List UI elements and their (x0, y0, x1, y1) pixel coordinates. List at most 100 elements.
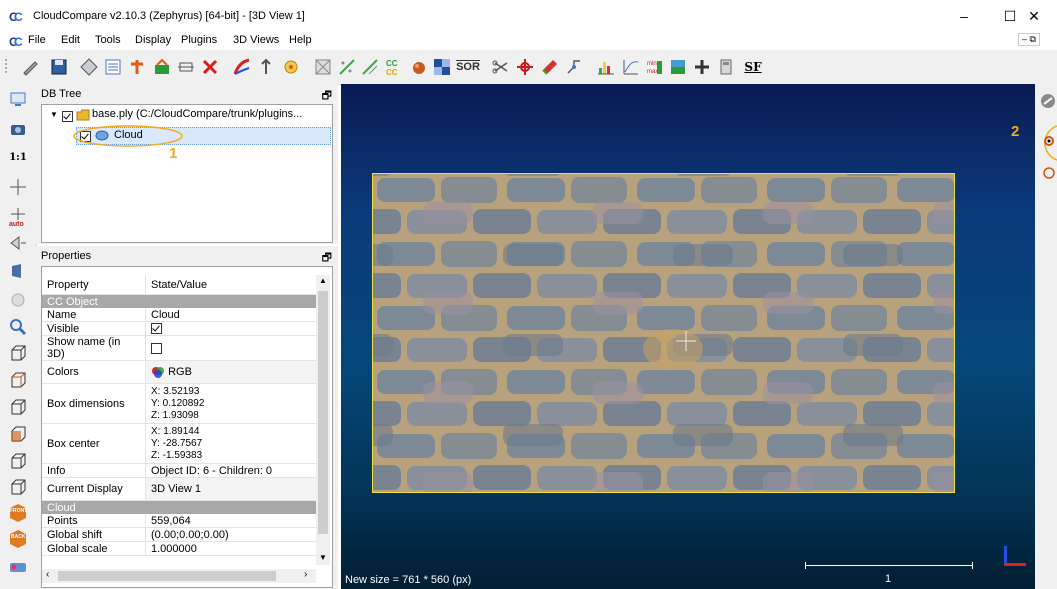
3d-view[interactable]: New size = 761 * 560 (px) 1 2 (341, 84, 1035, 589)
property-key: Global shift (42, 527, 146, 542)
clone-icon[interactable] (127, 56, 147, 78)
normals-icon[interactable] (256, 56, 276, 78)
svg-text:C: C (14, 10, 23, 22)
h-scrollbar-thumb[interactable] (58, 571, 276, 581)
menu-3d-views[interactable]: 3D Views (233, 34, 279, 46)
title-bar: CC CloudCompare v2.10.3 (Zephyrus) [64-b… (0, 0, 1057, 32)
scroll-right-icon[interactable]: › (304, 569, 307, 580)
curve-fit-icon[interactable] (621, 56, 641, 78)
toolbar-grip (4, 56, 10, 78)
box-dim-z: Z: 1.93098 (151, 409, 199, 421)
view-front-icon[interactable] (8, 369, 28, 391)
property-key: Box center (42, 423, 146, 464)
expand-arrow-icon[interactable]: ▼ (50, 110, 58, 119)
show-name-checkbox[interactable] (151, 342, 162, 354)
add-icon[interactable] (692, 56, 712, 78)
scroll-up-icon[interactable]: ▲ (319, 276, 327, 285)
colors-dropdown[interactable]: RGB (145, 360, 318, 384)
minimize-button[interactable]: – (941, 2, 987, 30)
scrollbar-thumb[interactable] (318, 291, 328, 534)
table-row: Global scale 1.000000 (42, 541, 318, 556)
mdi-window-controls[interactable]: – ⧉ (1018, 33, 1040, 46)
delete-icon[interactable] (200, 56, 220, 78)
annotation-2: 2 (1011, 123, 1020, 140)
rotate-icon[interactable] (8, 232, 28, 254)
align-icon[interactable] (176, 56, 196, 78)
table-row: Points 559,064 (42, 514, 318, 528)
front-view-cube-button[interactable]: FRONT (8, 502, 28, 524)
merge-icon[interactable] (152, 56, 172, 78)
db-tree-view[interactable]: ▼ base.ply (C:/CloudCompare/trunk/plugin… (41, 104, 333, 243)
filter-icon[interactable] (409, 56, 429, 78)
zoom-icon[interactable] (8, 316, 28, 338)
properties-list-icon[interactable] (103, 56, 123, 78)
save-icon[interactable] (49, 56, 69, 78)
cloudcompare-app-icon: CC (9, 10, 23, 22)
sample-points-icon[interactable] (337, 56, 357, 78)
pivot-icon[interactable] (8, 176, 28, 198)
octree-icon[interactable] (281, 56, 301, 78)
sf-gradient-icon[interactable] (668, 56, 688, 78)
mesh-icon[interactable] (313, 56, 333, 78)
menu-help[interactable]: Help (289, 34, 312, 46)
view-left-icon[interactable] (8, 423, 28, 445)
zoom-1-1-button[interactable]: 1:1 (8, 146, 28, 168)
view-right-icon[interactable] (8, 450, 28, 472)
scroll-down-icon[interactable]: ▼ (319, 553, 327, 562)
window-title: CloudCompare v2.10.3 (Zephyrus) [64-bit]… (33, 10, 305, 22)
root-visibility-checkbox[interactable] (62, 110, 73, 122)
close-button[interactable]: ✕ (1011, 2, 1057, 30)
sf-button[interactable]: SF (741, 56, 765, 78)
color-ramp-icon[interactable] (232, 56, 252, 78)
connected-components-icon[interactable]: CC CC (385, 56, 405, 78)
fit-plane-icon[interactable] (360, 56, 380, 78)
annotation-1: 1 (169, 145, 178, 162)
sor-filter-button[interactable]: SOR (456, 56, 480, 78)
menu-tools[interactable]: Tools (95, 34, 121, 46)
table-row: Visible (42, 321, 318, 336)
back-view-cube-button[interactable]: BACK (8, 528, 28, 550)
plugin-tool-icon[interactable] (1040, 132, 1057, 153)
perspective-icon[interactable] (8, 260, 28, 282)
view-back-icon[interactable] (8, 396, 28, 418)
stereo-glasses-icon[interactable] (8, 556, 28, 578)
menu-file[interactable]: File (28, 34, 46, 46)
tree-root-label[interactable]: base.ply (C:/CloudCompare/trunk/plugins.… (92, 108, 302, 120)
scale-bar-tick-left (805, 562, 806, 569)
svg-text:C: C (14, 35, 23, 47)
auto-pivot-button[interactable]: auto (8, 206, 28, 228)
camera-icon[interactable] (8, 118, 28, 140)
calculator-icon[interactable] (716, 56, 736, 78)
menu-display[interactable]: Display (135, 34, 171, 46)
scroll-left-icon[interactable]: ‹ (46, 569, 49, 580)
reset-view-icon[interactable] (1039, 92, 1057, 113)
menu-plugins[interactable]: Plugins (181, 34, 217, 46)
scissors-icon[interactable] (491, 56, 511, 78)
current-display-dropdown[interactable]: 3D View 1 (145, 477, 318, 501)
transform-icon[interactable] (79, 56, 99, 78)
property-key: Colors (42, 360, 146, 384)
visible-checkbox[interactable] (151, 323, 162, 335)
open-file-icon[interactable] (20, 56, 40, 78)
plugin-secondary-icon[interactable] (1040, 164, 1057, 185)
name-value[interactable]: Cloud (145, 308, 318, 322)
horizontal-scrollbar[interactable]: ‹ › (42, 569, 316, 583)
table-row: Name Cloud (42, 308, 318, 322)
label-icon[interactable] (564, 56, 584, 78)
display-settings-icon[interactable] (8, 88, 28, 110)
point-picking-icon[interactable] (515, 56, 535, 78)
back-label: BACK (11, 534, 26, 540)
view-toolbar: 1:1 auto FRONT BACK (0, 84, 37, 589)
property-key: Global scale (42, 541, 146, 556)
view-iso1-icon[interactable] (8, 342, 28, 364)
light-icon[interactable] (8, 289, 28, 311)
vertical-scrollbar[interactable]: ▲ ▼ (316, 275, 330, 565)
menu-edit[interactable]: Edit (61, 34, 80, 46)
view-bottom-icon[interactable] (8, 476, 28, 498)
segment-icon[interactable] (540, 56, 560, 78)
voxel-icon[interactable] (432, 56, 452, 78)
section-cc-object: CC Object (42, 294, 318, 308)
histogram-icon[interactable] (596, 56, 616, 78)
scalar-field-range-icon[interactable]: min max (645, 56, 665, 78)
rgb-icon (152, 367, 164, 379)
